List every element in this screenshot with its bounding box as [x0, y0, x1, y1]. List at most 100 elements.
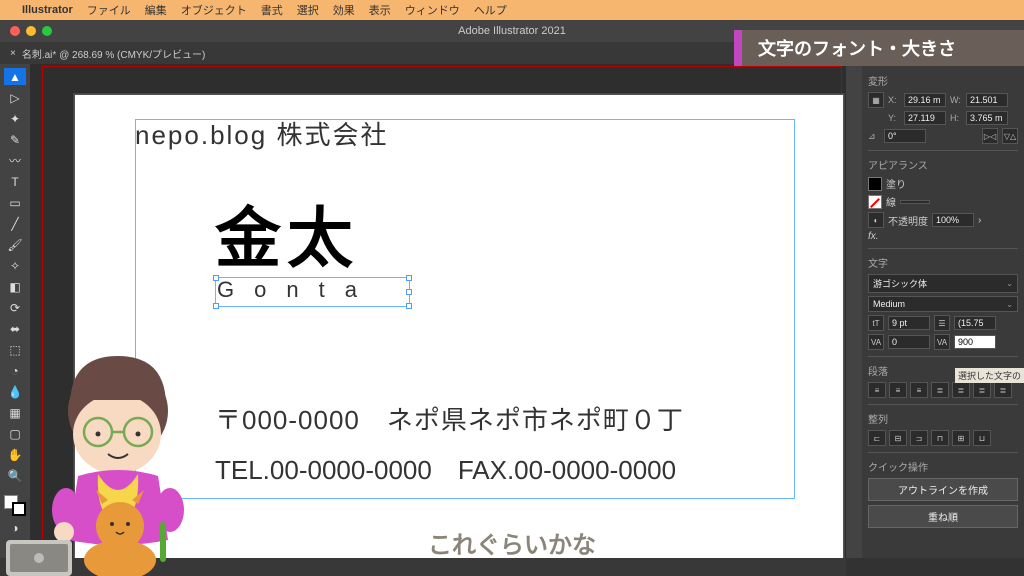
- draw-mode[interactable]: ◑: [4, 520, 26, 537]
- selection-tool[interactable]: ▲: [4, 68, 26, 85]
- address-text[interactable]: 〒000-0000 ネポ県ネポ市ネポ町０丁: [215, 400, 684, 437]
- menu-edit[interactable]: 編集: [145, 2, 167, 18]
- w-label: W:: [950, 95, 962, 105]
- stroke-swatch[interactable]: [868, 195, 882, 209]
- valign-top-icon[interactable]: ⊓: [931, 430, 949, 446]
- halign-right-icon[interactable]: ⊐: [910, 430, 928, 446]
- halign-left-icon[interactable]: ⊏: [868, 430, 886, 446]
- font-weight-dropdown[interactable]: Medium: [868, 296, 1018, 312]
- x-input[interactable]: 29.16 m: [904, 93, 946, 107]
- eyedropper-tool[interactable]: 💧: [4, 384, 26, 401]
- halign-center-icon[interactable]: ⊟: [889, 430, 907, 446]
- w-input[interactable]: 21.501: [966, 93, 1008, 107]
- gradient-tool[interactable]: ▦: [4, 405, 26, 422]
- create-outlines-button[interactable]: アウトラインを作成: [868, 478, 1018, 501]
- contact-text[interactable]: TEL.00-0000-0000 FAX.00-0000-0000: [215, 450, 676, 487]
- magic-wand-tool[interactable]: ✦: [4, 110, 26, 127]
- angle-input[interactable]: 0°: [884, 129, 926, 143]
- x-label: X:: [888, 95, 900, 105]
- kerning-input[interactable]: 0: [888, 335, 930, 349]
- handle-mr[interactable]: [406, 289, 412, 295]
- width-tool[interactable]: ⬌: [4, 321, 26, 338]
- stroke-label: 線: [886, 194, 896, 209]
- menu-type[interactable]: 書式: [261, 2, 283, 18]
- shape-builder-tool[interactable]: ◔: [4, 363, 26, 380]
- justify-center-icon[interactable]: ≣: [952, 382, 970, 398]
- stroke-weight-input[interactable]: [900, 200, 930, 204]
- align-center-icon[interactable]: ≡: [889, 382, 907, 398]
- color-swatches[interactable]: [4, 495, 26, 516]
- y-input[interactable]: 27.119: [904, 111, 946, 125]
- flip-h-icon[interactable]: ▷◁: [982, 128, 998, 144]
- font-size-input[interactable]: 9 pt: [888, 316, 930, 330]
- menu-help[interactable]: ヘルプ: [474, 2, 507, 18]
- selection-box[interactable]: [215, 277, 410, 307]
- window-title: Adobe Illustrator 2021: [458, 25, 566, 37]
- flip-v-icon[interactable]: ▽△: [1002, 128, 1018, 144]
- angle-label: ⊿: [868, 131, 880, 142]
- window-zoom[interactable]: [42, 26, 52, 36]
- company-text[interactable]: nepo.blog 株式会社: [135, 115, 388, 152]
- workarea: ▲ ▷ ✦ ✎ 〰 T ▭ ╱ 🖌 ✧ ◧ ⟳ ⬌ ⬚ ◔ 💧 ▦ ▢ ✋ 🔍 …: [0, 64, 846, 558]
- canvas[interactable]: nepo.blog 株式会社 金太 Gonta 〒000-0000 ネポ県ネポ市…: [30, 64, 846, 558]
- menu-object[interactable]: オブジェクト: [181, 2, 247, 18]
- menu-view[interactable]: 表示: [369, 2, 391, 18]
- panel-icon-strip[interactable]: [846, 42, 862, 558]
- handle-br[interactable]: [406, 303, 412, 309]
- chevron-right-icon[interactable]: ›: [978, 215, 981, 226]
- font-family-dropdown[interactable]: 游ゴシック体: [868, 274, 1018, 293]
- eraser-tool[interactable]: ◧: [4, 278, 26, 295]
- justify-all-icon[interactable]: ≣: [994, 382, 1012, 398]
- app-name[interactable]: Illustrator: [22, 4, 73, 16]
- pen-tool[interactable]: ✎: [4, 131, 26, 148]
- fill-label: 塗り: [886, 176, 906, 191]
- h-input[interactable]: 3.765 m: [966, 111, 1008, 125]
- justify-left-icon[interactable]: ≣: [931, 382, 949, 398]
- align-right-icon[interactable]: ≡: [910, 382, 928, 398]
- caption: これぐらいかな: [428, 525, 596, 560]
- valign-bottom-icon[interactable]: ⊔: [973, 430, 991, 446]
- leading-input[interactable]: (15.75: [954, 316, 996, 330]
- type-tool[interactable]: T: [4, 173, 26, 190]
- name-jp-text[interactable]: 金太: [215, 185, 359, 281]
- menu-file[interactable]: ファイル: [87, 2, 131, 18]
- fx-label[interactable]: fx.: [868, 231, 879, 242]
- hand-tool[interactable]: ✋: [4, 447, 26, 464]
- window-close[interactable]: [10, 26, 20, 36]
- handle-tl[interactable]: [213, 275, 219, 281]
- y-label: Y:: [888, 113, 900, 123]
- status-bar: 選択: [0, 558, 846, 576]
- free-transform-tool[interactable]: ⬚: [4, 342, 26, 359]
- artboard[interactable]: nepo.blog 株式会社 金太 Gonta 〒000-0000 ネポ県ネポ市…: [74, 94, 844, 558]
- align-left-icon[interactable]: ≡: [868, 382, 886, 398]
- line-tool[interactable]: ╱: [4, 215, 26, 232]
- ref-point-icon[interactable]: ▦: [868, 92, 884, 108]
- zoom-tool[interactable]: 🔍: [4, 468, 26, 485]
- direct-selection-tool[interactable]: ▷: [4, 89, 26, 106]
- artboard-tool[interactable]: ▢: [4, 426, 26, 443]
- lesson-banner: 文字のフォント・大きさ: [734, 30, 1024, 66]
- paragraph-align: ≡ ≡ ≡ ≣ ≣ ≣ ≣: [868, 382, 1018, 398]
- tracking-input[interactable]: 900: [954, 335, 996, 349]
- window-minimize[interactable]: [26, 26, 36, 36]
- transform-title: 変形: [868, 73, 1018, 88]
- arrange-button[interactable]: 重ね順: [868, 505, 1018, 528]
- menu-select[interactable]: 選択: [297, 2, 319, 18]
- menu-effect[interactable]: 効果: [333, 2, 355, 18]
- quick-title: クイック操作: [868, 459, 1018, 474]
- tab-close-icon[interactable]: ×: [10, 48, 16, 59]
- handle-bl[interactable]: [213, 303, 219, 309]
- rectangle-tool[interactable]: ▭: [4, 194, 26, 211]
- opacity-input[interactable]: 100%: [932, 213, 974, 227]
- valign-middle-icon[interactable]: ⊞: [952, 430, 970, 446]
- appearance-title: アピアランス: [868, 157, 1018, 172]
- paintbrush-tool[interactable]: 🖌: [4, 236, 26, 253]
- screen-mode[interactable]: ⛶: [4, 541, 26, 558]
- fill-swatch[interactable]: [868, 177, 882, 191]
- shaper-tool[interactable]: ✧: [4, 257, 26, 274]
- rotate-tool[interactable]: ⟳: [4, 300, 26, 317]
- curvature-tool[interactable]: 〰: [4, 152, 26, 169]
- handle-tr[interactable]: [406, 275, 412, 281]
- menu-window[interactable]: ウィンドウ: [405, 2, 460, 18]
- justify-right-icon[interactable]: ≣: [973, 382, 991, 398]
